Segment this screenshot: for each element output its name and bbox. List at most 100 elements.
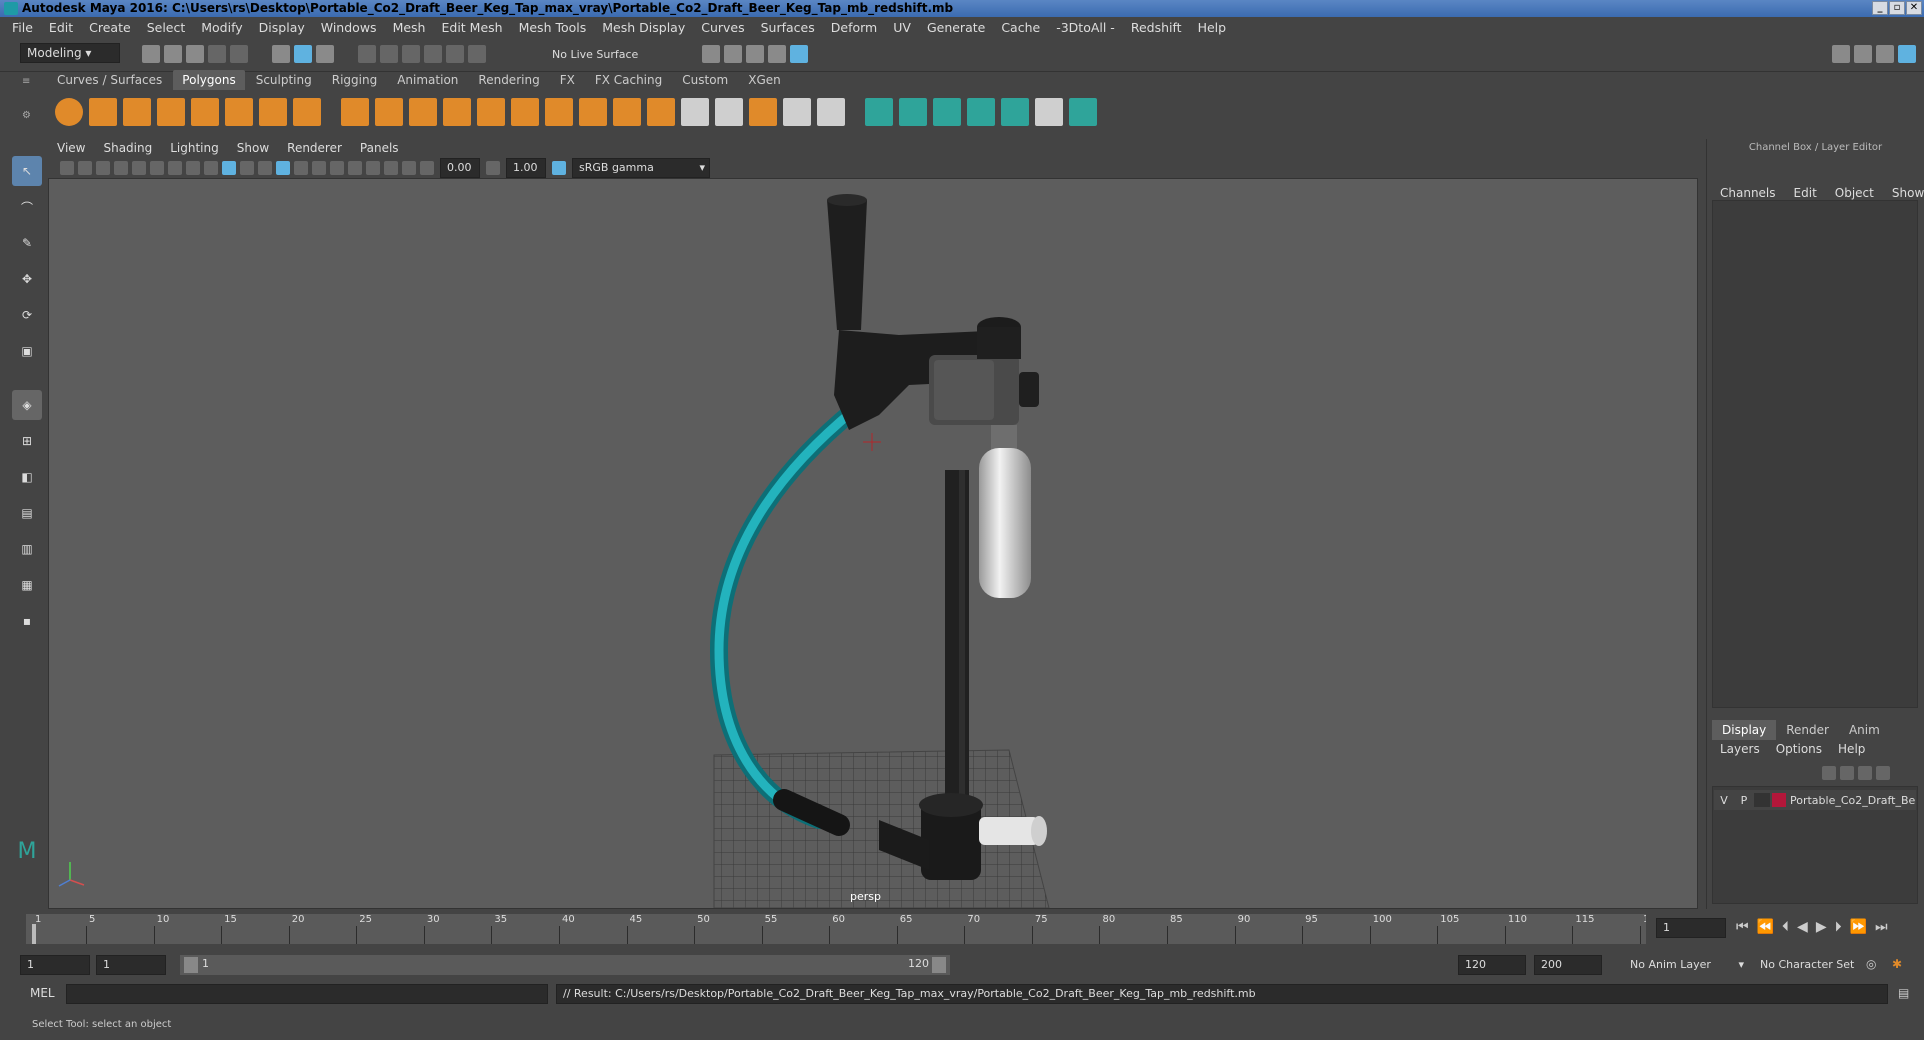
layout-outliner-icon[interactable]: ▤ bbox=[12, 498, 42, 528]
merge-icon[interactable] bbox=[749, 98, 777, 126]
menu-redshift[interactable]: Redshift bbox=[1123, 17, 1190, 39]
shelf-tab-rendering[interactable]: Rendering bbox=[469, 70, 548, 90]
step-forward-key-icon[interactable]: ⏩ bbox=[1850, 919, 1867, 935]
new-layer-icon[interactable] bbox=[1858, 766, 1872, 780]
channel-box-area[interactable] bbox=[1712, 200, 1918, 708]
poly-cylinder-icon[interactable] bbox=[123, 98, 151, 126]
range-handle-start[interactable] bbox=[184, 957, 198, 973]
step-forward-frame-icon[interactable]: ⏵ bbox=[1835, 919, 1842, 935]
bookmark-icon[interactable] bbox=[96, 160, 110, 175]
layout-hypershade-icon[interactable]: ▦ bbox=[12, 570, 42, 600]
render-settings-icon[interactable] bbox=[746, 45, 764, 63]
menu-mesh[interactable]: Mesh bbox=[385, 17, 434, 39]
wireframe-icon[interactable] bbox=[204, 160, 218, 175]
anti-alias-icon[interactable] bbox=[348, 160, 362, 175]
maximize-button[interactable]: ▫ bbox=[1889, 1, 1905, 15]
cmd-language[interactable]: MEL bbox=[30, 986, 55, 1000]
bridge-icon[interactable] bbox=[511, 98, 539, 126]
separate-icon[interactable] bbox=[375, 98, 403, 126]
shadows-icon[interactable] bbox=[294, 160, 308, 175]
layer-move-down-icon[interactable] bbox=[1840, 766, 1854, 780]
redshift-icon[interactable] bbox=[790, 45, 808, 63]
cut-uv-icon[interactable] bbox=[1001, 98, 1029, 126]
uv-shell-icon[interactable] bbox=[899, 98, 927, 126]
colorspace-dropdown[interactable]: sRGB gamma ▾ bbox=[572, 157, 710, 178]
exposure-field[interactable]: 0.00 bbox=[440, 157, 480, 178]
snap-grid-icon[interactable] bbox=[358, 45, 376, 63]
menu-3dtoall[interactable]: -3DtoAll - bbox=[1048, 17, 1123, 39]
vp-menu-renderer[interactable]: Renderer bbox=[278, 139, 351, 157]
layout-graph-icon[interactable]: ▥ bbox=[12, 534, 42, 564]
viewport-3d[interactable] bbox=[49, 180, 1697, 908]
menu-surfaces[interactable]: Surfaces bbox=[753, 17, 823, 39]
vp-menu-lighting[interactable]: Lighting bbox=[161, 139, 228, 157]
menu-mesh-display[interactable]: Mesh Display bbox=[594, 17, 693, 39]
menu-display[interactable]: Display bbox=[251, 17, 313, 39]
planar-map-icon[interactable] bbox=[715, 98, 743, 126]
extrude-icon[interactable] bbox=[477, 98, 505, 126]
mirror-icon[interactable] bbox=[409, 98, 437, 126]
close-button[interactable]: ✕ bbox=[1906, 1, 1922, 15]
texture-editor-icon[interactable] bbox=[783, 98, 811, 126]
poly-sphere-icon[interactable] bbox=[55, 98, 83, 126]
menu-windows[interactable]: Windows bbox=[313, 17, 385, 39]
poly-torus-icon[interactable] bbox=[225, 98, 253, 126]
menu-select[interactable]: Select bbox=[139, 17, 194, 39]
current-frame-field[interactable]: 1 bbox=[1656, 918, 1726, 938]
menu-edit-mesh[interactable]: Edit Mesh bbox=[433, 17, 510, 39]
transfer-icon[interactable] bbox=[967, 98, 995, 126]
playback-end-field[interactable]: 120 bbox=[1458, 955, 1526, 975]
minimize-button[interactable]: _ bbox=[1872, 1, 1888, 15]
select-tool-icon[interactable]: ↖ bbox=[12, 156, 42, 186]
poly-cube-icon[interactable] bbox=[89, 98, 117, 126]
snap-view-icon[interactable] bbox=[424, 45, 442, 63]
hypershade-icon[interactable] bbox=[768, 45, 786, 63]
gamma-field[interactable]: 1.00 bbox=[506, 157, 546, 178]
smooth-icon[interactable] bbox=[443, 98, 471, 126]
anim-start-field[interactable]: 1 bbox=[20, 955, 90, 975]
shelf-menu-icon[interactable]: ≡ bbox=[22, 76, 30, 87]
snap-point-icon[interactable] bbox=[402, 45, 420, 63]
mode-dropdown[interactable]: Modeling ▾ bbox=[20, 43, 120, 63]
scale-tool-icon[interactable]: ▣ bbox=[12, 336, 42, 366]
undo-icon[interactable] bbox=[208, 45, 226, 63]
shelf-tab-xgen[interactable]: XGen bbox=[739, 70, 790, 90]
shelf-tab-animation[interactable]: Animation bbox=[388, 70, 467, 90]
multi-cut-icon[interactable] bbox=[545, 98, 573, 126]
wireframe-on-shaded-icon[interactable] bbox=[240, 160, 254, 175]
timeline-track[interactable]: 1 5 10 15 20 25 30 35 40 45 50 55 60 65 70 75 80 85 90 95 10… bbox=[26, 914, 1646, 944]
menu-cache[interactable]: Cache bbox=[993, 17, 1048, 39]
le-menu-options[interactable]: Options bbox=[1768, 742, 1830, 756]
bevel-icon[interactable] bbox=[579, 98, 607, 126]
symmetry-icon[interactable] bbox=[1069, 98, 1097, 126]
select-object-icon[interactable] bbox=[294, 45, 312, 63]
gamma-icon[interactable] bbox=[486, 160, 500, 175]
resolution-gate-icon[interactable] bbox=[168, 160, 182, 175]
vp-menu-view[interactable]: View bbox=[48, 139, 94, 157]
exposure-icon[interactable] bbox=[420, 160, 434, 175]
tool-settings-icon[interactable] bbox=[1876, 45, 1894, 63]
layout-four-icon[interactable]: ⊞ bbox=[12, 426, 42, 456]
xray-joints-icon[interactable] bbox=[402, 160, 416, 175]
anim-end-field[interactable]: 200 bbox=[1534, 955, 1602, 975]
range-slider[interactable]: 1 120 bbox=[180, 955, 950, 975]
camera-attr-icon[interactable] bbox=[78, 160, 92, 175]
poly-pipe-icon[interactable] bbox=[293, 98, 321, 126]
select-component-icon[interactable] bbox=[316, 45, 334, 63]
live-surface-label[interactable]: No Live Surface bbox=[552, 48, 638, 61]
lasso-tool-icon[interactable]: ⌒ bbox=[12, 192, 42, 222]
menu-file[interactable]: File bbox=[4, 17, 41, 39]
film-gate-icon[interactable] bbox=[150, 160, 164, 175]
shelf-tab-sculpting[interactable]: Sculpting bbox=[247, 70, 321, 90]
go-to-end-icon[interactable]: ⏭ bbox=[1875, 919, 1888, 935]
use-all-lights-icon[interactable] bbox=[276, 160, 290, 175]
menu-edit[interactable]: Edit bbox=[41, 17, 81, 39]
redo-icon[interactable] bbox=[230, 45, 248, 63]
append-icon[interactable] bbox=[613, 98, 641, 126]
layer-name[interactable]: Portable_Co2_Draft_Be bbox=[1790, 794, 1915, 807]
channel-box-icon[interactable] bbox=[1898, 45, 1916, 63]
textured-icon[interactable] bbox=[258, 160, 272, 175]
save-scene-icon[interactable] bbox=[186, 45, 204, 63]
layout-uv-icon[interactable] bbox=[817, 98, 845, 126]
smooth-shade-icon[interactable] bbox=[222, 160, 236, 175]
